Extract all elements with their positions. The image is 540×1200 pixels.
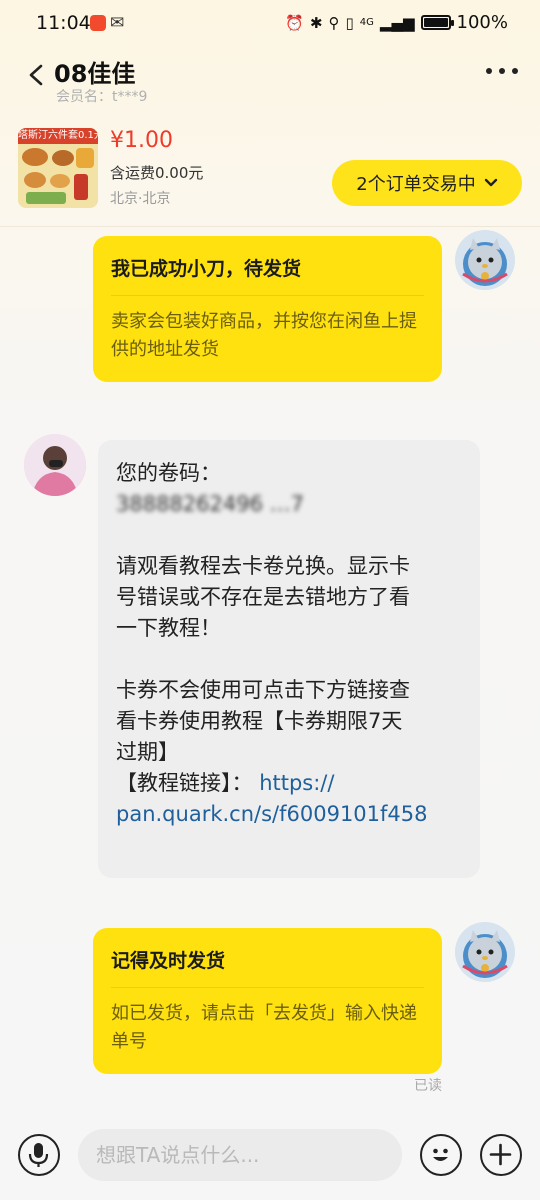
orders-in-progress-button[interactable]: 2个订单交易中 <box>332 160 522 206</box>
emoji-button[interactable] <box>420 1134 462 1176</box>
message-line: 号错误或不存在是去错地方了看 <box>116 585 410 609</box>
microphone-icon <box>28 1143 49 1167</box>
network-label: 4G <box>359 17 374 28</box>
wechat-notification-icon: ✉ <box>110 13 125 33</box>
product-price: ¥1.00 <box>110 128 173 153</box>
read-status: 已读 <box>414 1078 442 1094</box>
orders-button-label: 2个订单交易中 <box>356 174 476 195</box>
more-actions-button[interactable] <box>480 1134 522 1176</box>
chat-message-coupon[interactable]: 您的卷码： 38888262496 …7 请观看教程去卡卷兑换。显示卡 号错误或… <box>98 440 480 878</box>
system-message-body: 卖家会包装好商品，并按您在闲鱼上提供的地址发货 <box>111 311 417 360</box>
burger-image <box>52 150 74 166</box>
message-line: 卡券不会使用可点击下方链接查 <box>116 678 410 702</box>
bluetooth-icon: ✱ <box>309 13 323 32</box>
cat-avatar-icon <box>455 922 515 982</box>
system-message-title: 记得及时发货 <box>111 946 424 988</box>
burger-image <box>22 148 48 166</box>
battery-icon <box>420 15 454 30</box>
shipping-fee: 含运费0.00元 <box>110 164 204 182</box>
product-location: 北京·北京 <box>110 191 171 207</box>
message-line: 看卡券使用教程【卡券期限7天 <box>116 709 403 733</box>
message-line: 过期】 <box>116 740 179 764</box>
product-card[interactable]: 塔斯汀六件套0.1元 ¥1.00 含运费0.00元 北京·北京 2个订单交易中 <box>0 122 540 222</box>
tutorial-link[interactable]: https:// <box>259 771 334 795</box>
battery-fill <box>423 18 448 27</box>
app-notification-icon <box>90 15 106 31</box>
signal-icon: ▂▄▆ <box>379 13 415 32</box>
input-bar <box>0 1118 540 1200</box>
message-line: 一下教程！ <box>116 616 221 640</box>
system-message-ship-reminder[interactable]: 记得及时发货 如已发货，请点击「去发货」输入快递单号 <box>93 928 442 1074</box>
contact-name: 08佳佳 <box>54 60 136 88</box>
chevron-down-icon <box>484 178 497 187</box>
nuggets-image <box>50 174 70 188</box>
battery-percent: 100% <box>456 12 508 33</box>
alarm-icon: ⏰ <box>285 13 304 32</box>
status-indicators: ⏰ ✱ ⚲ ▯ 4G ▂▄▆ 100% <box>285 12 508 33</box>
plus-icon <box>489 1143 512 1166</box>
vibrate-icon: ▯ <box>345 13 354 32</box>
chat-header: 08佳佳 会员名：t***9 <box>0 46 540 114</box>
status-bar: 11:04 ✉ ⏰ ✱ ⚲ ▯ 4G ▂▄▆ 100% <box>0 0 540 46</box>
avatar[interactable] <box>455 230 515 290</box>
product-thumbnail[interactable]: 塔斯汀六件套0.1元 <box>18 128 98 208</box>
chicken-image <box>24 172 46 188</box>
message-input[interactable] <box>78 1129 402 1181</box>
system-message-body: 如已发货，请点击「去发货」输入快递单号 <box>111 1003 417 1052</box>
drink-image <box>74 174 88 200</box>
message-line: 请观看教程去卡卷兑换。显示卡 <box>116 554 410 578</box>
header-divider <box>0 226 540 227</box>
cat-avatar-icon <box>455 230 515 290</box>
member-label: 会员名：t***9 <box>56 89 148 105</box>
location-icon: ⚲ <box>328 13 340 32</box>
coupon-label: 您的卷码： <box>116 461 221 485</box>
product-banner: 塔斯汀六件套0.1元 <box>18 128 98 144</box>
fries-image <box>76 148 94 168</box>
more-icon[interactable] <box>486 68 518 74</box>
combo-image <box>26 192 66 204</box>
avatar[interactable] <box>455 922 515 982</box>
status-time: 11:04 <box>36 12 91 34</box>
system-message-title: 我已成功小刀，待发货 <box>111 254 424 296</box>
back-icon[interactable] <box>26 64 48 86</box>
avatar[interactable] <box>24 434 86 496</box>
coupon-code: 38888262496 …7 <box>116 492 305 516</box>
link-label: 【教程链接】： <box>116 771 253 795</box>
system-message-shipping-pending[interactable]: 我已成功小刀，待发货 卖家会包装好商品，并按您在闲鱼上提供的地址发货 <box>93 236 442 382</box>
user-avatar-icon <box>24 434 86 496</box>
voice-button[interactable] <box>18 1134 60 1176</box>
tutorial-link[interactable]: pan.quark.cn/s/f6009101f458 <box>116 799 462 830</box>
emoji-icon <box>433 1148 448 1161</box>
